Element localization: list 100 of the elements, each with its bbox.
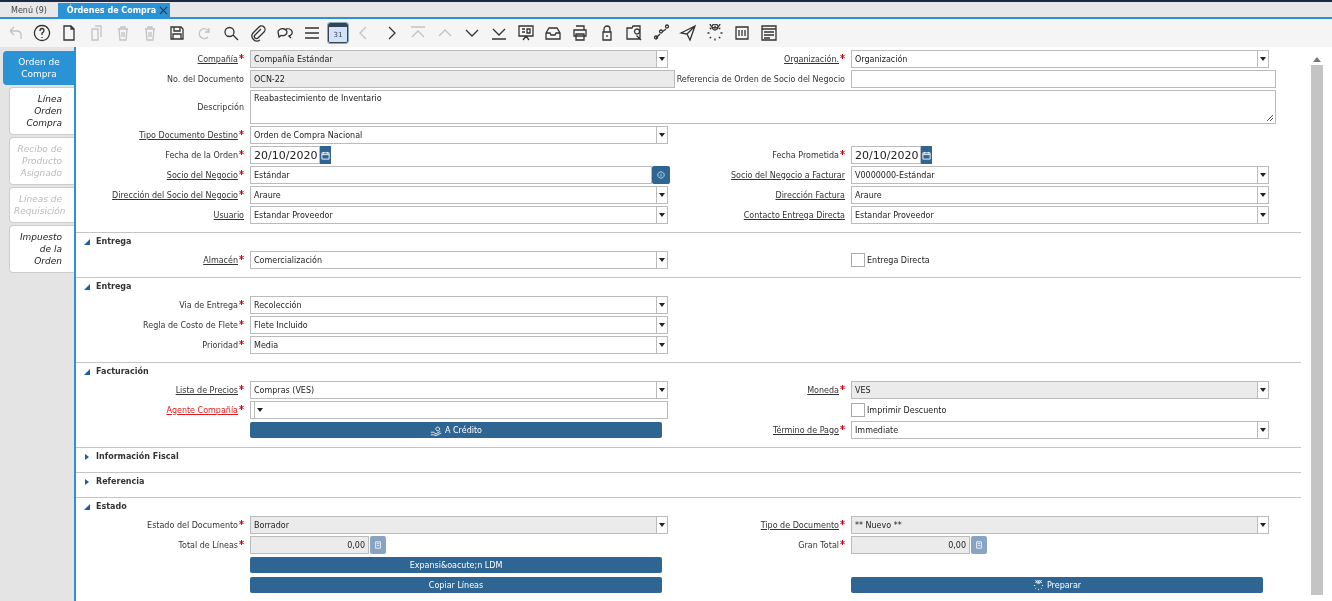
field-label: No. del Documento	[167, 74, 244, 84]
dropdown-button[interactable]	[656, 51, 667, 67]
dropdown-button[interactable]	[656, 517, 667, 533]
field-label: Socio del Negocio	[166, 170, 238, 180]
dropdown-field[interactable]: Immediate	[851, 421, 1269, 439]
search-field[interactable]: Estándar	[250, 166, 652, 184]
dropdown-field[interactable]: Media	[250, 336, 668, 354]
checkbox-label: Imprimir Descuento	[867, 405, 947, 415]
window-tab[interactable]: Menú (9)	[2, 3, 56, 17]
dropdown-button[interactable]	[1257, 422, 1268, 438]
field-label: Tipo Documento Destino	[139, 130, 238, 140]
caret-icon	[257, 408, 263, 412]
dropdown-field[interactable]: Estandar Proveedor	[250, 206, 668, 224]
checkbox[interactable]	[851, 253, 865, 267]
collapse-icon[interactable]	[84, 368, 90, 375]
hand-coin-icon	[430, 424, 442, 436]
field-label: Descripción	[197, 102, 244, 112]
date-field[interactable]: 20/10/2020	[851, 146, 921, 164]
section-title[interactable]: Información Fiscal	[96, 452, 179, 461]
dropdown-button[interactable]	[656, 337, 667, 353]
dropdown-button[interactable]	[1257, 517, 1268, 533]
collapse-icon[interactable]	[84, 503, 90, 510]
checkbox-label: Entrega Directa	[867, 255, 930, 265]
dropdown-field[interactable]: Organización	[851, 50, 1269, 68]
side-tab[interactable]: Línea Orden Compra	[9, 87, 74, 135]
field-label: Almacén	[203, 255, 238, 265]
side-tab[interactable]: Impuesto de la Orden	[9, 225, 74, 273]
field-label: Término de Pago	[773, 425, 839, 435]
action-button[interactable]: Expansi&oacute;n LDM	[250, 557, 662, 573]
dropdown-field[interactable]: ** Nuevo **	[851, 516, 1269, 534]
text-field[interactable]	[851, 70, 1276, 88]
field-label: Usuario	[213, 210, 244, 220]
close-icon[interactable]	[159, 5, 169, 15]
section-title[interactable]: Entrega	[96, 237, 132, 246]
dropdown-button[interactable]	[656, 187, 667, 203]
dropdown-field[interactable]: Borrador	[250, 516, 668, 534]
dropdown-button[interactable]	[656, 127, 667, 143]
caret-icon	[659, 323, 665, 327]
dropdown-field[interactable]: Araure	[851, 186, 1269, 204]
caret-icon	[1260, 173, 1266, 177]
caret-icon	[1260, 523, 1266, 527]
action-button[interactable]: A Crédito	[250, 422, 662, 438]
dropdown-button[interactable]	[1257, 51, 1268, 67]
date-field[interactable]: 20/10/2020	[250, 146, 320, 164]
dropdown-field[interactable]: Orden de Compra Nacional	[250, 126, 668, 144]
field-label: Contacto Entrega Directa	[743, 210, 845, 220]
help-icon[interactable]	[31, 22, 53, 44]
number-field[interactable]: 0,00	[250, 536, 369, 554]
text-field[interactable]: OCN-22	[250, 70, 675, 88]
dropdown-button[interactable]	[656, 252, 667, 268]
dropdown-button[interactable]	[1257, 382, 1268, 398]
collapse-icon[interactable]	[84, 238, 90, 245]
section-title[interactable]: Facturación	[96, 367, 149, 376]
scroll-up-icon[interactable]	[1312, 57, 1321, 62]
dropdown-field[interactable]: V0000000-Estándar	[851, 166, 1269, 184]
caret-icon	[1260, 388, 1266, 392]
dropdown-field[interactable]: VES	[851, 381, 1269, 399]
scrollbar-thumb[interactable]	[1310, 65, 1323, 595]
dropdown-field[interactable]	[250, 401, 668, 419]
field-label: Dirección del Socio del Negocio	[112, 190, 238, 200]
field-label: Estado del Documento	[147, 520, 238, 530]
number-field[interactable]: 0,00	[851, 536, 970, 554]
calendar-icon	[922, 150, 931, 160]
section-title[interactable]: Estado	[96, 502, 127, 511]
dropdown-field[interactable]: Compras (VES)	[250, 381, 668, 399]
field-label: Organización.	[784, 54, 839, 64]
dropdown-field[interactable]: Comercialización	[250, 251, 668, 269]
section-title[interactable]: Referencia	[96, 477, 145, 486]
dropdown-field[interactable]: Flete Incluido	[250, 316, 668, 334]
dropdown-button[interactable]	[1257, 187, 1268, 203]
section-title[interactable]: Entrega	[96, 282, 132, 291]
dropdown-field[interactable]: Estandar Proveedor	[851, 206, 1269, 224]
caret-icon	[1260, 193, 1266, 197]
dropdown-button[interactable]	[656, 382, 667, 398]
caret-icon	[659, 258, 665, 262]
action-button[interactable]: Copiar Líneas	[250, 577, 662, 593]
dropdown-field[interactable]: Compañía Estándar	[250, 50, 668, 68]
dropdown-field[interactable]: Araure	[250, 186, 668, 204]
checkbox[interactable]	[851, 403, 865, 417]
text-area[interactable]: Reabastecimiento de Inventario	[250, 90, 1276, 124]
caret-icon	[659, 57, 665, 61]
dropdown-button[interactable]	[254, 402, 265, 418]
expand-icon[interactable]	[84, 478, 90, 485]
document-icon[interactable]	[758, 22, 780, 44]
resize-grip-icon[interactable]	[1266, 114, 1274, 122]
caret-icon	[659, 213, 665, 217]
field-label: Fecha de la Orden	[165, 150, 238, 160]
collapse-icon[interactable]	[84, 283, 90, 290]
dropdown-button[interactable]	[656, 207, 667, 223]
action-button[interactable]: Preparar	[851, 577, 1263, 593]
dropdown-button[interactable]	[1257, 207, 1268, 223]
field-label: Fecha Prometida	[772, 150, 839, 160]
dropdown-button[interactable]	[656, 297, 667, 313]
dropdown-button[interactable]	[1257, 167, 1268, 183]
calendar-button[interactable]	[320, 146, 331, 164]
calendar-button[interactable]	[921, 146, 932, 164]
dropdown-field[interactable]: Recolección	[250, 296, 668, 314]
field-label: Via de Entrega	[179, 300, 238, 310]
expand-icon[interactable]	[84, 453, 90, 460]
dropdown-button[interactable]	[656, 317, 667, 333]
